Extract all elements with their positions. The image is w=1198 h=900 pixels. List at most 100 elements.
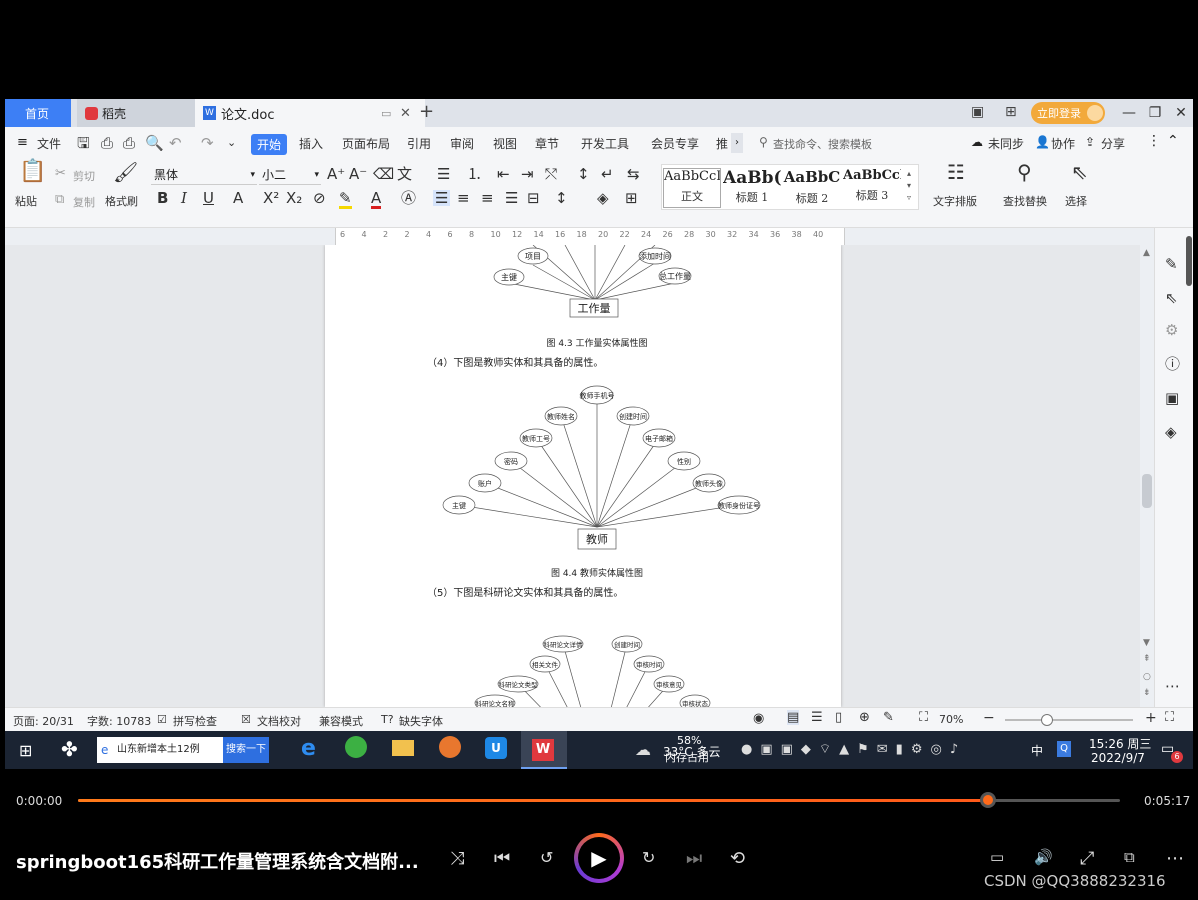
- save-icon[interactable]: 🖫: [77, 135, 90, 151]
- zoom-in-icon[interactable]: +: [1145, 710, 1157, 726]
- page-view-icon[interactable]: ▤: [787, 710, 800, 725]
- print-preview-icon[interactable]: 🔍: [145, 135, 164, 151]
- collapse-ribbon-icon[interactable]: ⌃: [1167, 133, 1179, 149]
- align-right-icon[interactable]: ≡: [481, 190, 494, 206]
- select-browse-icon[interactable]: ○: [1143, 672, 1151, 682]
- maximize-button[interactable]: ❐: [1141, 99, 1169, 127]
- char-border-icon[interactable]: Ⓐ: [401, 190, 416, 206]
- scroll-down-icon[interactable]: ▼: [1143, 638, 1150, 648]
- side-handle[interactable]: [1186, 236, 1192, 286]
- zoom-slider-thumb[interactable]: [1041, 714, 1053, 726]
- next-icon[interactable]: ⏭: [686, 848, 702, 869]
- close-tab-icon[interactable]: ✕: [400, 106, 411, 121]
- adjust-icon[interactable]: ⚙: [1165, 322, 1178, 338]
- zoom-slider[interactable]: [1005, 719, 1133, 721]
- wps-taskbar-button[interactable]: W: [521, 731, 567, 769]
- fullscreen-icon[interactable]: ⛶: [1165, 710, 1174, 725]
- spell-check-button[interactable]: 拼写检查: [173, 713, 217, 729]
- borders-icon[interactable]: ⊞: [625, 190, 638, 206]
- select-button[interactable]: 选择: [1065, 193, 1087, 209]
- font-effect-icon[interactable]: A: [233, 190, 243, 206]
- outdent-icon[interactable]: ⇤: [497, 166, 510, 182]
- paste-button[interactable]: 粘贴: [15, 193, 37, 209]
- paste-icon[interactable]: 📋: [19, 161, 46, 183]
- subscript-icon[interactable]: X₂: [286, 190, 302, 206]
- previous-icon[interactable]: ⏮: [494, 848, 510, 869]
- edit-icon[interactable]: ✎: [1165, 256, 1178, 272]
- tab-home[interactable]: 首页: [5, 99, 71, 127]
- progress-thumb[interactable]: [979, 792, 996, 808]
- ie-icon[interactable]: e: [301, 736, 316, 761]
- clear-icon[interactable]: ⊘: [313, 190, 326, 206]
- more-horizontal-icon[interactable]: ⋯: [1165, 678, 1180, 694]
- line-spacing-icon[interactable]: ↕: [555, 190, 568, 206]
- style-heading-1[interactable]: AaBb(标题 1: [723, 168, 781, 208]
- command-search[interactable]: 查找命令、搜索模板: [773, 136, 872, 152]
- ai-icon[interactable]: ◈: [1165, 424, 1177, 440]
- align-left-icon[interactable]: ☰: [433, 190, 451, 206]
- format-painter-button[interactable]: 格式刷: [105, 193, 138, 209]
- tab-stops-icon[interactable]: ⇆: [627, 166, 640, 182]
- show-marks-icon[interactable]: ↵: [601, 166, 614, 182]
- reading-mode-icon[interactable]: ▣: [971, 104, 984, 120]
- document-workspace[interactable]: 主键 项目 添加时间 总工作量 工作量 图 4.3 工作量实体属性图 （4）下图…: [5, 245, 1141, 707]
- text-layout-icon[interactable]: ☷: [947, 162, 965, 182]
- menu-chapter[interactable]: 章节: [535, 135, 559, 152]
- phonetic-icon[interactable]: 文: [397, 166, 412, 182]
- find-icon[interactable]: ⚲: [1017, 162, 1032, 182]
- mini-player-icon[interactable]: ⧉: [1124, 848, 1135, 866]
- app-u-icon[interactable]: U: [485, 737, 507, 759]
- repeat-off-icon[interactable]: ⟲: [730, 848, 745, 869]
- tab-wps[interactable]: 稻壳: [77, 99, 195, 127]
- redo-icon[interactable]: ↷: [201, 135, 214, 151]
- bold-icon[interactable]: B: [157, 190, 168, 206]
- find-replace-button[interactable]: 查找替换: [1003, 193, 1047, 209]
- more-options-icon[interactable]: ⋯: [1166, 848, 1184, 869]
- pin-icon[interactable]: ▭: [381, 107, 391, 120]
- zoom-level[interactable]: 70%: [939, 713, 963, 726]
- windows-start-icon[interactable]: ⊞: [19, 741, 32, 760]
- clock-date[interactable]: 2022/9/7: [1091, 751, 1145, 765]
- ruler[interactable]: 6 4 2 2 4 6 8 10 12 14 16 18 20 22 24 26 28 30 32 34 36 38 40: [5, 228, 1141, 245]
- tab-document[interactable]: W 论文.doc ▭ ✕: [195, 99, 425, 127]
- eye-protect-icon[interactable]: ◉: [753, 711, 764, 726]
- shading-icon[interactable]: ◈: [597, 190, 609, 206]
- fullscreen-expand-icon[interactable]: ⤢: [1080, 848, 1094, 869]
- zoom-out-icon[interactable]: −: [983, 710, 995, 726]
- font-size-select[interactable]: 小二 ▾: [259, 165, 321, 185]
- menu-start[interactable]: 开始: [251, 134, 288, 155]
- next-page-icon[interactable]: ⇟: [1143, 688, 1151, 698]
- app-orange-icon[interactable]: [439, 736, 461, 758]
- share-button[interactable]: 分享: [1101, 135, 1125, 152]
- menu-recommend[interactable]: 推: [716, 135, 728, 152]
- copy-icon[interactable]: ⧉: [55, 192, 64, 208]
- undo-icon[interactable]: ↶: [169, 135, 182, 151]
- font-select[interactable]: 黑体 ▾: [151, 165, 257, 185]
- format-painter-icon[interactable]: 🖌: [113, 162, 138, 182]
- chinese-layout-icon[interactable]: ⤲: [545, 166, 557, 182]
- cut-icon[interactable]: ✂: [55, 166, 66, 182]
- ime-indicator[interactable]: 中: [1031, 742, 1043, 759]
- copy-button[interactable]: 复制: [73, 194, 95, 210]
- align-center-icon[interactable]: ≡: [457, 190, 470, 206]
- export-icon[interactable]: ⎙: [101, 135, 113, 151]
- image-icon[interactable]: ▣: [1165, 390, 1179, 406]
- menu-member[interactable]: 会员专享: [651, 135, 699, 152]
- play-button[interactable]: ▶: [574, 833, 624, 883]
- select-arrow-icon[interactable]: ⇖: [1071, 162, 1088, 182]
- justify-icon[interactable]: ☰: [505, 190, 518, 206]
- file-explorer-icon[interactable]: [392, 740, 414, 756]
- browser-360-icon[interactable]: [345, 736, 367, 758]
- forward-30-icon[interactable]: ↻: [642, 848, 655, 867]
- outline-view-icon[interactable]: ☰: [811, 710, 823, 725]
- italic-icon[interactable]: I: [181, 190, 187, 206]
- pointer-icon[interactable]: ⇖: [1165, 290, 1178, 306]
- shrink-font-icon[interactable]: A⁻: [349, 166, 367, 182]
- indent-icon[interactable]: ⇥: [521, 166, 534, 182]
- sort-icon[interactable]: ↕: [577, 166, 590, 182]
- style-normal[interactable]: AaBbCcI 正文: [663, 168, 721, 208]
- style-heading-2[interactable]: AaBbC 标题 2: [783, 168, 841, 208]
- styles-scroll-icon[interactable]: ▴ ▾ ▿: [907, 168, 911, 204]
- clock-time[interactable]: 15:26 周三: [1089, 735, 1151, 752]
- menu-insert[interactable]: 插入: [299, 135, 323, 152]
